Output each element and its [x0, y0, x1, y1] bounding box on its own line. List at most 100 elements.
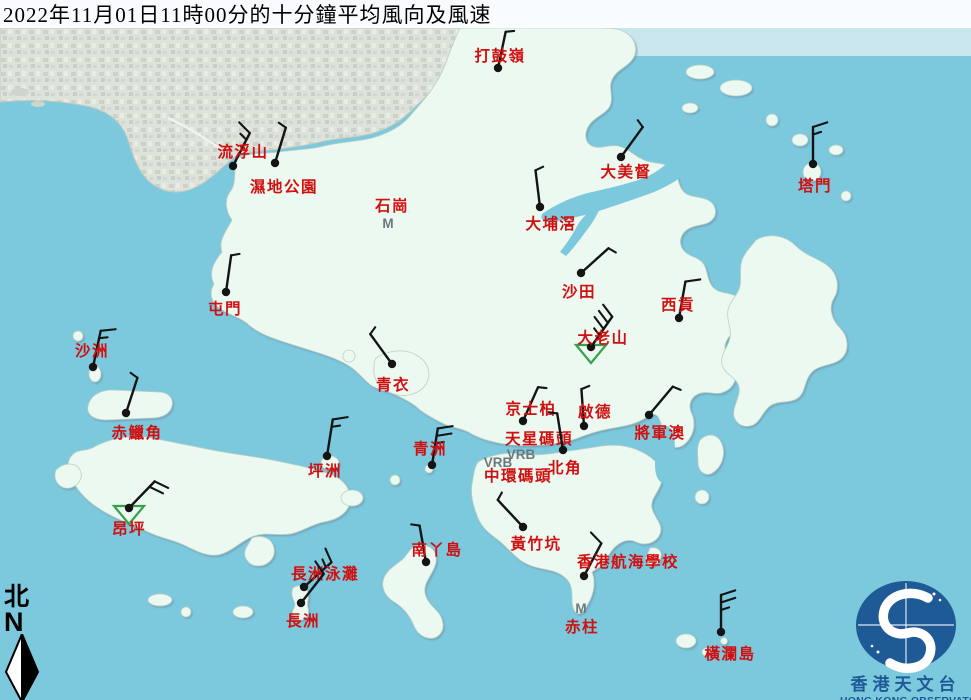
small-island: [682, 103, 698, 113]
kat-o-island: [720, 80, 752, 96]
airport-island: [88, 390, 173, 420]
station-label: 香港航海學校: [577, 552, 679, 571]
soko-islands: [148, 594, 172, 606]
logo-dot: [877, 651, 880, 654]
station-dot: [271, 159, 279, 167]
compass-needle-right: [22, 634, 38, 700]
station-dot: [809, 160, 817, 168]
station-dot: [519, 523, 527, 531]
compass-needle: [4, 634, 40, 700]
station-label: 塔門: [798, 176, 832, 195]
station-label: 將軍澳: [634, 423, 685, 442]
station-marker-m: M: [575, 601, 586, 616]
station-label: 長洲: [286, 612, 320, 630]
station-label: 長洲泳灘: [291, 564, 359, 583]
station-dot: [675, 314, 683, 322]
station-dot: [297, 599, 305, 607]
logo-dot: [933, 593, 936, 596]
deep-bay-islet: [31, 101, 45, 107]
starling-inlet-water: [634, 77, 666, 103]
station-dot: [388, 360, 396, 368]
station-dot: [300, 583, 308, 591]
ma-wan-island: [343, 350, 355, 362]
map-title: 2022年11月01日11時00分的十分鐘平均風向及風速: [0, 0, 491, 29]
station-dot: [536, 203, 544, 211]
station-label: 赤鱲角: [111, 423, 162, 442]
station-label: 流浮山: [217, 142, 268, 161]
wind-map-app: 打鼓嶺流浮山濕地公園M石崗大埔滘大美督塔門屯門沙洲沙田西貢大老山青衣赤鱲角京士柏…: [0, 0, 971, 700]
plover-cove-water: [632, 131, 684, 153]
station-label: 大老山: [577, 328, 628, 347]
station-label: 青衣: [376, 375, 410, 394]
wind-barb-feather: [549, 412, 557, 413]
wind-barb-feather: [99, 337, 107, 338]
waglan-islet: [721, 638, 728, 645]
wind-barb-feather: [538, 387, 546, 388]
logo-dot: [871, 645, 874, 648]
po-toi-island: [676, 634, 696, 648]
station-label: 打鼓嶺: [474, 46, 525, 65]
station-dot: [89, 363, 97, 371]
wind-barb-feather: [231, 254, 239, 255]
hko-name-latin: HONG KONG OBSERVATORY: [840, 695, 971, 700]
station-label: 沙洲: [75, 342, 109, 360]
station-label: 石崗: [374, 196, 409, 215]
small-island: [841, 191, 851, 201]
wind-barb-feather: [411, 524, 419, 525]
small-island: [181, 607, 191, 617]
hei-ling-chau-island: [341, 490, 363, 506]
kau-yi-chau-island: [390, 475, 400, 485]
small-island: [829, 145, 843, 155]
station-label: 大埔滘: [525, 214, 576, 233]
hko-logo: [856, 581, 956, 669]
station-label: 大美督: [600, 162, 651, 181]
small-island: [792, 134, 808, 146]
hko-name-cjk: 香港天文台: [840, 670, 971, 695]
station-dot: [422, 558, 430, 566]
station-dot: [229, 162, 237, 170]
station-label: 黃竹坑: [509, 534, 561, 553]
station-marker-m: M: [382, 216, 393, 231]
station-label: 京士柏: [505, 399, 556, 418]
station-dot: [494, 64, 502, 72]
station-label: 南丫島: [411, 540, 462, 559]
deep-bay-islet: [11, 88, 29, 96]
crooked-island: [686, 65, 714, 79]
station-dot: [559, 446, 567, 454]
station-label: 赤柱: [565, 617, 599, 636]
station-label: 西貢: [661, 296, 695, 314]
station-dot: [580, 572, 588, 580]
station-label: 青洲: [413, 439, 447, 458]
station-label: 屯門: [208, 299, 242, 318]
map-title-bar: 2022年11月01日11時00分的十分鐘平均風向及風速: [0, 0, 971, 28]
station-dot: [617, 153, 625, 161]
wind-barb-feather: [506, 31, 514, 32]
hko-logo-text: 香港天文台 HONG KONG OBSERVATORY: [840, 668, 971, 700]
station-dot: [645, 411, 653, 419]
station-label: 沙田: [562, 283, 596, 301]
station-label: 中環碼頭: [484, 466, 552, 485]
station-dot: [519, 417, 527, 425]
lung-kwu-chau-islet: [73, 331, 83, 341]
station-label: 濕地公園: [250, 177, 318, 196]
station-label: 北角: [548, 458, 582, 477]
port-island: [766, 114, 778, 126]
compass: 北 N: [4, 586, 44, 700]
station-label: 橫瀾島: [704, 644, 755, 663]
logo-dot: [939, 599, 942, 602]
station-dot: [222, 288, 230, 296]
compass-needle-left: [6, 634, 22, 700]
station-dot: [717, 628, 725, 636]
shek-kwu-chau-island: [233, 606, 253, 618]
compass-north-latin: N: [4, 610, 44, 634]
station-label: 坪洲: [308, 462, 342, 480]
map-canvas: 打鼓嶺流浮山濕地公園M石崗大埔滘大美督塔門屯門沙洲沙田西貢大老山青衣赤鱲角京士柏…: [0, 0, 971, 700]
station-dot: [580, 422, 588, 430]
station-dot: [428, 461, 436, 469]
station-dot: [122, 409, 130, 417]
station-label: 啟德: [578, 402, 612, 421]
station-label: 昂坪: [112, 520, 146, 538]
station-dot: [323, 452, 331, 460]
station-dot: [125, 504, 133, 512]
station-dot: [577, 269, 585, 277]
